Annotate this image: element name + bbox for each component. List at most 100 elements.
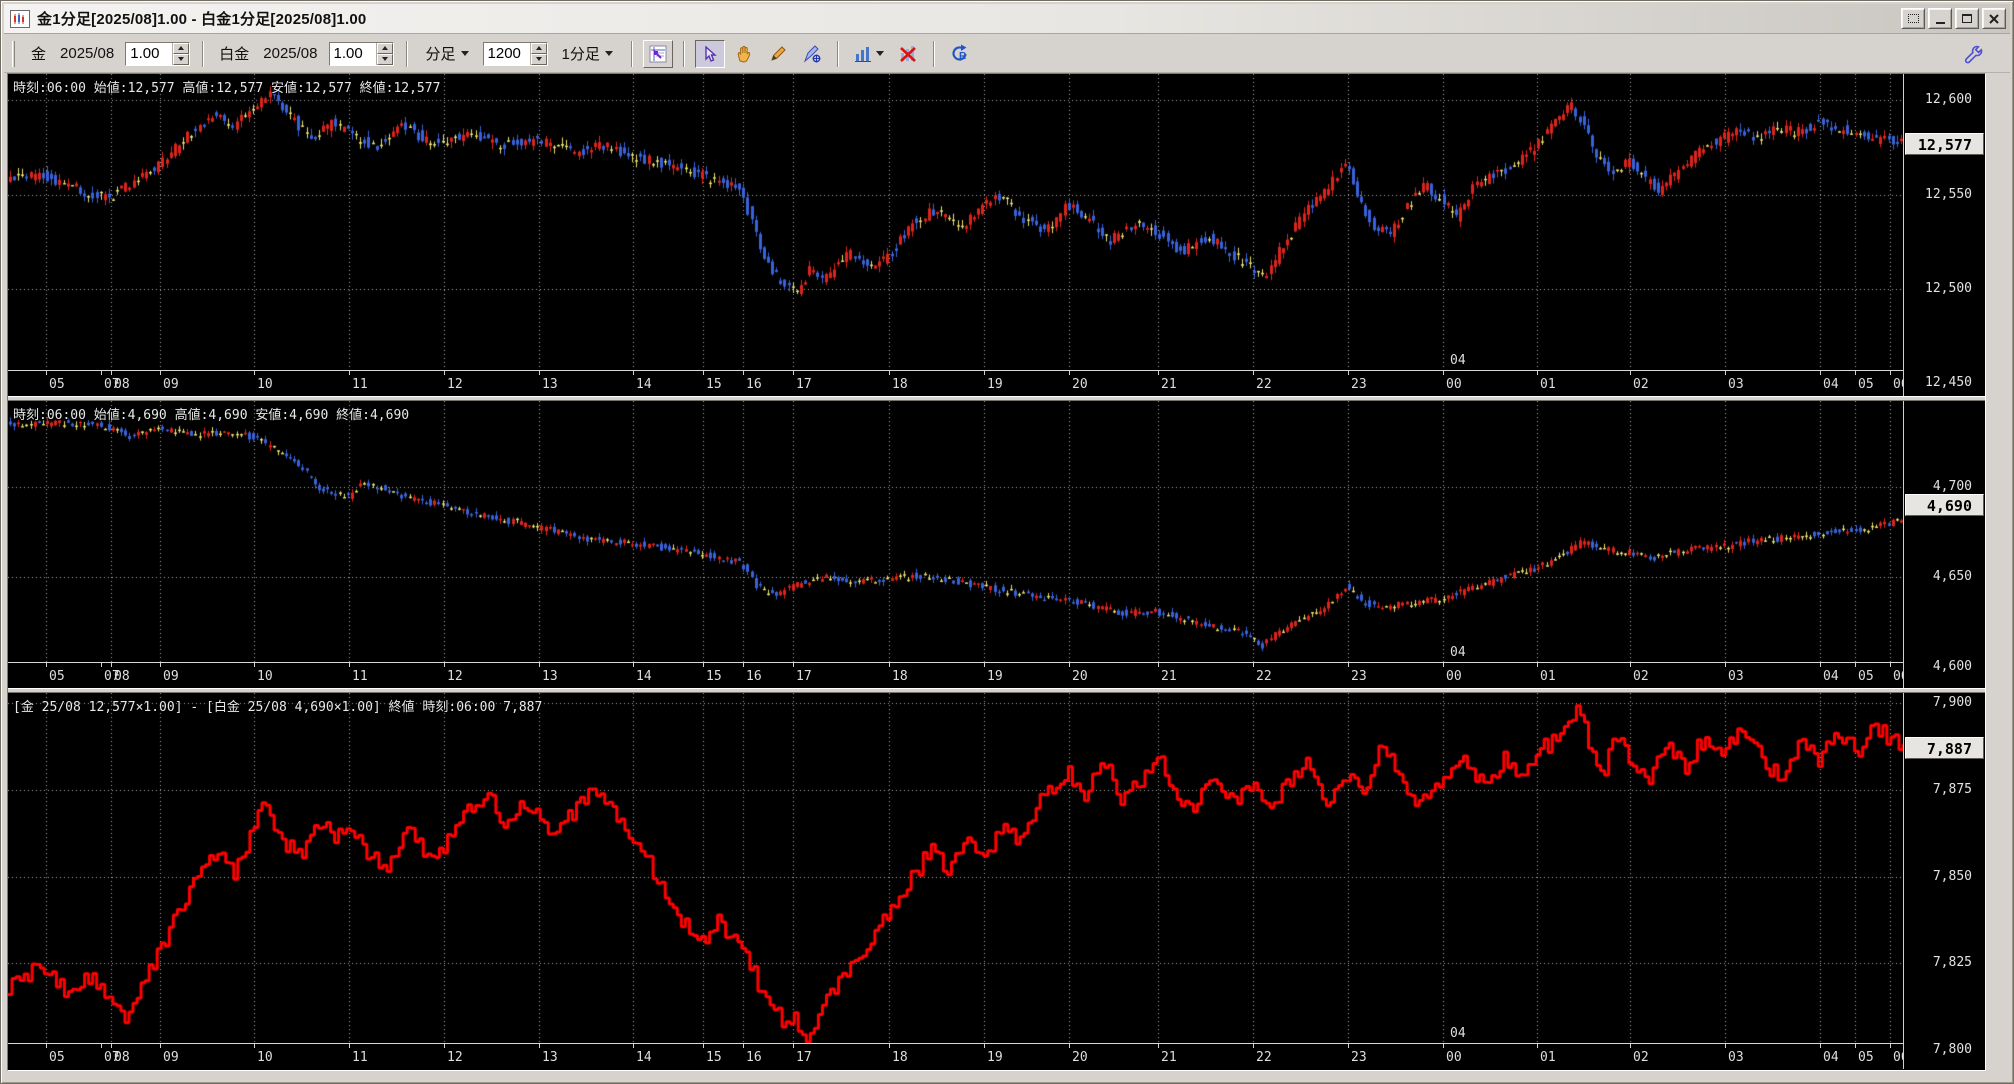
toolbar-separator (837, 41, 839, 67)
hand-icon (734, 44, 754, 64)
time-tick-mark (703, 1044, 704, 1048)
price-tick-label: 7,850 (1933, 869, 1972, 884)
spread-chart-panel: [金 25/08 12,577×1.00] - [白金 25/08 4,690×… (8, 693, 1985, 1069)
time-tick-mark (349, 1044, 350, 1048)
wrench-icon (1962, 43, 1984, 65)
marker-tool-button[interactable] (797, 40, 827, 68)
price-tick-label: 7,900 (1933, 695, 1972, 710)
platinum-plot-area[interactable]: 時刻:06:00 始値:4,690 高値:4,690 安値:4,690 終値:4… (8, 401, 1903, 662)
time-tick-mark (160, 371, 161, 375)
price-tick-label: 7,825 (1933, 955, 1972, 970)
maximize-icon (1962, 14, 1972, 23)
platinum-ratio-spinner (329, 42, 394, 66)
time-tick-mark (703, 371, 704, 375)
down-arrow-icon (536, 57, 542, 61)
time-tick-mark (889, 663, 890, 667)
gold-plot-area[interactable]: 時刻:06:00 始値:12,577 高値:12,577 安値:12,577 終… (8, 74, 1903, 370)
time-tick-label: 00 (1446, 669, 1462, 684)
bar-count-input[interactable] (484, 43, 530, 65)
spread-plot-area[interactable]: [金 25/08 12,577×1.00] - [白金 25/08 4,690×… (8, 693, 1903, 1043)
time-tick-mark (1855, 371, 1856, 375)
minimize-button[interactable] (1928, 8, 1952, 29)
time-tick-mark (1537, 663, 1538, 667)
gold-info-text: 時刻:06:00 始値:12,577 高値:12,577 安値:12,577 終… (13, 77, 440, 96)
draw-line-button[interactable] (763, 40, 793, 68)
platinum-ratio-spin-up[interactable] (377, 43, 393, 54)
bar-type-select[interactable]: 分足 (422, 41, 473, 66)
time-tick-label: 19 (987, 377, 1003, 392)
time-tick-mark (444, 663, 445, 667)
float-window-button[interactable] (1901, 8, 1925, 29)
time-tick-label: 02 (1633, 377, 1649, 392)
interval-select[interactable]: 1分足 (558, 41, 617, 66)
gold-candlestick-canvas[interactable] (8, 74, 1903, 370)
price-tick-label: 7,875 (1933, 782, 1972, 797)
time-tick-label: 05 (49, 669, 65, 684)
gold-price-axis: 12,60012,55012,50012,45012,577 (1903, 74, 1985, 396)
time-tick-mark (743, 371, 744, 375)
indicator-chart-button[interactable] (849, 40, 889, 68)
time-tick-label: 01 (1540, 669, 1556, 684)
price-tick-label: 4,650 (1933, 569, 1972, 584)
platinum-ratio-spin-down[interactable] (377, 54, 393, 65)
time-tick-mark (793, 663, 794, 667)
chart-settings-button[interactable] (643, 40, 673, 68)
time-tick-mark (1253, 663, 1254, 667)
bar-count-spin-down[interactable] (531, 54, 547, 65)
time-tick-label: 20 (1072, 377, 1088, 392)
cursor-icon (701, 45, 719, 63)
settings-wrench-button[interactable] (1958, 40, 1988, 68)
close-button[interactable] (1982, 8, 2006, 29)
platinum-candlestick-canvas[interactable] (8, 401, 1903, 662)
time-tick-mark (444, 1044, 445, 1048)
time-tick-label: 13 (542, 669, 558, 684)
window-titlebar[interactable]: 金1分足[2025/08]1.00 - 白金1分足[2025/08]1.00 (4, 4, 2010, 34)
platinum-ratio-input[interactable] (330, 43, 376, 65)
minimize-icon (1936, 22, 1945, 24)
refresh-button[interactable]: R (945, 40, 975, 68)
last-price-badge: 7,887 (1905, 737, 1984, 759)
select-cursor-button[interactable] (695, 40, 725, 68)
time-tick-mark (1855, 1044, 1856, 1048)
gold-time-axis: 0507080910111213141516171819202122230001… (8, 370, 1903, 396)
platinum-symbol-label: 白金 (219, 43, 249, 64)
bar-chart-icon (853, 44, 873, 64)
time-tick-label: 05 (1858, 1050, 1874, 1065)
chart-settings-icon (648, 44, 668, 64)
gold-symbol-label: 金 (31, 43, 46, 64)
platinum-month-label: 2025/08 (263, 45, 317, 62)
maximize-button[interactable] (1955, 8, 1979, 29)
price-tick-label: 4,600 (1933, 659, 1972, 674)
time-tick-label: 04 (1823, 377, 1839, 392)
spread-line-canvas[interactable] (8, 693, 1903, 1043)
price-tick-label: 12,550 (1925, 187, 1972, 202)
gold-ratio-input[interactable] (126, 43, 172, 65)
bar-type-label: 分足 (426, 43, 456, 64)
time-tick-label: 16 (746, 377, 762, 392)
time-tick-label: 21 (1161, 377, 1177, 392)
time-tick-mark (101, 1044, 102, 1048)
time-tick-mark (1348, 663, 1349, 667)
time-tick-mark (254, 663, 255, 667)
time-tick-label: 12 (447, 669, 463, 684)
time-tick-label: 17 (796, 1050, 812, 1065)
svg-text:R: R (959, 51, 967, 62)
gold-ratio-spin-up[interactable] (173, 43, 189, 54)
refresh-icon: R (949, 43, 971, 65)
time-tick-mark (349, 371, 350, 375)
time-tick-mark (1725, 1044, 1726, 1048)
time-tick-mark (1820, 663, 1821, 667)
platinum-ratio-spin-buttons (376, 43, 393, 65)
spread-price-axis: 7,9007,8757,8507,8257,8007,887 (1903, 693, 1985, 1069)
time-tick-label: 21 (1161, 1050, 1177, 1065)
interval-label: 1分足 (562, 43, 600, 64)
gold-ratio-spin-down[interactable] (173, 54, 189, 65)
toolbar-grip[interactable] (12, 41, 15, 67)
hand-tool-button[interactable] (729, 40, 759, 68)
clear-indicator-button[interactable] (893, 40, 923, 68)
bar-count-spin-up[interactable] (531, 43, 547, 54)
toolbar-separator (202, 41, 204, 67)
time-tick-mark (101, 371, 102, 375)
time-tick-mark (444, 371, 445, 375)
time-tick-label: 00 (1446, 377, 1462, 392)
